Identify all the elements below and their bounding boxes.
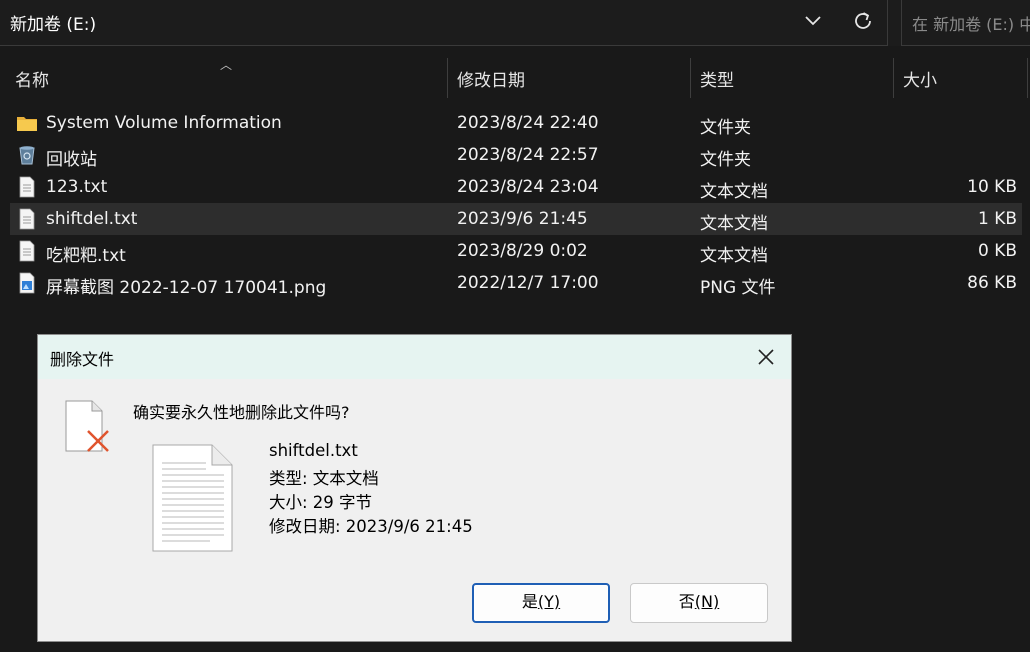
- column-type[interactable]: 类型: [700, 66, 734, 91]
- file-modified: 2022/12/7 17:00: [457, 273, 599, 293]
- file-name: 屏幕截图 2022-12-07 170041.png: [46, 278, 327, 298]
- file-type: PNG 文件: [700, 278, 776, 298]
- file-type: 文本文档: [700, 182, 768, 202]
- file-type: 文本文档: [700, 246, 768, 266]
- address-path[interactable]: 新加卷 (E:): [10, 10, 96, 35]
- file-size: 86 KB: [967, 273, 1017, 293]
- file-name: 回收站: [46, 150, 97, 170]
- text-file-icon: [152, 444, 233, 552]
- file-row[interactable]: 屏幕截图 2022-12-07 170041.png 2022/12/7 17:…: [10, 267, 1022, 299]
- yes-shortcut: (Y): [537, 592, 561, 611]
- folder-icon: [17, 117, 37, 131]
- file-type: 文件夹: [700, 118, 751, 138]
- text-file-icon: [19, 208, 35, 230]
- file-modified: 2023/8/24 23:04: [457, 177, 599, 197]
- close-icon[interactable]: [753, 344, 779, 370]
- column-divider[interactable]: [1027, 58, 1028, 98]
- no-button[interactable]: 否(N): [630, 583, 768, 623]
- chevron-down-icon[interactable]: [800, 8, 826, 34]
- dialog-file-type: 类型: 文本文档: [269, 469, 379, 488]
- search-placeholder: 在 新加卷 (E:) 中: [912, 15, 1030, 34]
- file-modified: 2023/9/6 21:45: [457, 209, 588, 229]
- delete-file-dialog: 删除文件 确实要永久性地删除此文件吗? shiftdel.txt 类型: 文本文…: [37, 334, 792, 642]
- column-header: ︿ 名称 修改日期 类型 大小: [0, 56, 1030, 100]
- address-bar[interactable]: 新加卷 (E:): [0, 0, 888, 46]
- recycle-bin-icon: [19, 146, 35, 165]
- dialog-file-modified: 修改日期: 2023/9/6 21:45: [269, 517, 473, 536]
- text-file-icon: [19, 240, 35, 262]
- file-type: 文本文档: [700, 214, 768, 234]
- file-modified: 2023/8/24 22:40: [457, 113, 599, 133]
- file-modified: 2023/8/24 22:57: [457, 145, 599, 165]
- sort-ascending-icon: ︿: [220, 58, 233, 72]
- file-row-selected[interactable]: shiftdel.txt 2023/9/6 21:45 文本文档 1 KB: [10, 203, 1022, 235]
- column-name[interactable]: 名称: [15, 66, 49, 91]
- file-row[interactable]: System Volume Information 2023/8/24 22:4…: [10, 107, 1022, 139]
- file-size: 1 KB: [977, 209, 1017, 229]
- dialog-title-bar[interactable]: 删除文件: [38, 335, 791, 379]
- yes-label: 是: [521, 592, 538, 611]
- file-row[interactable]: 回收站 2023/8/24 22:57 文件夹: [10, 139, 1022, 171]
- delete-file-icon: [65, 400, 109, 452]
- no-label: 否: [678, 592, 695, 611]
- top-bar: 新加卷 (E:) 在 新加卷 (E:) 中: [0, 0, 1030, 46]
- file-size: 10 KB: [967, 177, 1017, 197]
- file-name: 吃粑粑.txt: [46, 246, 126, 266]
- search-box[interactable]: 在 新加卷 (E:) 中: [901, 0, 1030, 46]
- file-name: 123.txt: [46, 177, 108, 197]
- column-modified[interactable]: 修改日期: [457, 66, 525, 91]
- text-file-icon: [19, 176, 35, 198]
- no-shortcut: (N): [694, 592, 720, 611]
- file-size: 0 KB: [977, 241, 1017, 261]
- image-file-icon: [19, 272, 35, 294]
- file-row[interactable]: 123.txt 2023/8/24 23:04 文本文档 10 KB: [10, 171, 1022, 203]
- dialog-file-size: 大小: 29 字节: [269, 493, 373, 512]
- dialog-question: 确实要永久性地删除此文件吗?: [133, 403, 350, 422]
- file-type: 文件夹: [700, 150, 751, 170]
- file-row[interactable]: 吃粑粑.txt 2023/8/29 0:02 文本文档 0 KB: [10, 235, 1022, 267]
- file-name: System Volume Information: [46, 113, 282, 133]
- file-name: shiftdel.txt: [46, 209, 138, 229]
- dialog-file-name: shiftdel.txt: [269, 441, 358, 460]
- yes-button[interactable]: 是(Y): [472, 583, 610, 623]
- dialog-title: 删除文件: [50, 350, 115, 369]
- column-divider[interactable]: [447, 58, 448, 98]
- file-modified: 2023/8/29 0:02: [457, 241, 588, 261]
- column-divider[interactable]: [893, 58, 894, 98]
- refresh-icon[interactable]: [850, 8, 876, 34]
- column-divider[interactable]: [690, 58, 691, 98]
- column-size[interactable]: 大小: [903, 66, 937, 91]
